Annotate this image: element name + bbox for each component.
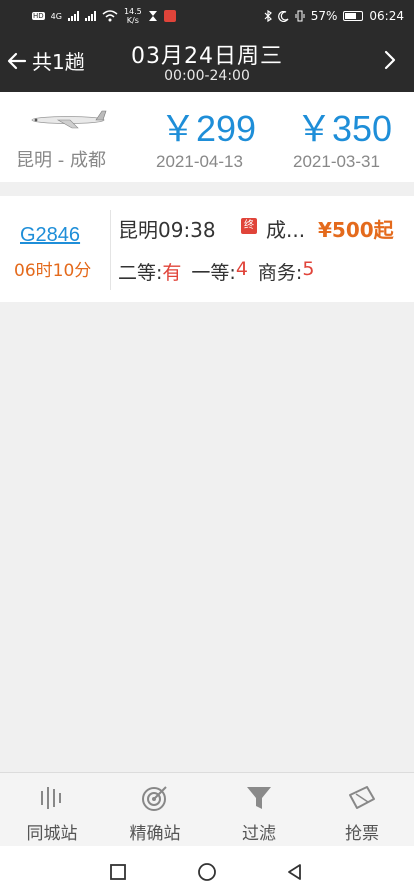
- network-type: 4G: [50, 11, 62, 21]
- chevron-right-icon[interactable]: [378, 48, 402, 72]
- hd-badge: HD: [32, 12, 45, 20]
- status-bar: HD 4G 14.5 K/s 57% 06:24: [0, 0, 414, 32]
- airplane-icon: [31, 110, 107, 129]
- seat-value: 有: [162, 262, 182, 284]
- arrival-station: 成...: [266, 218, 306, 242]
- train-number-link[interactable]: G2846: [20, 224, 80, 247]
- app-notification-icon: [163, 10, 176, 22]
- back-nav-icon[interactable]: [285, 862, 305, 882]
- recent-apps-icon[interactable]: [108, 862, 128, 882]
- network-speed: 14.5 K/s: [124, 7, 142, 25]
- train-list-item[interactable]: G2846 06时10分 昆明09:38 终 成... ¥500起 二等: 有 一…: [0, 196, 414, 302]
- signal-icon-2: [84, 11, 96, 21]
- flight-date: 2021-04-13: [156, 152, 243, 171]
- battery-icon: [343, 11, 364, 21]
- nav-label: 过滤: [242, 824, 276, 844]
- wifi-icon: [102, 10, 118, 22]
- speed-value: 14.5: [123, 7, 142, 16]
- signal-icon: [67, 11, 79, 21]
- bottom-nav: 同城站 精确站 过滤 抢票: [0, 772, 414, 846]
- clock: 06:24: [369, 9, 404, 23]
- seat-value: 5: [302, 258, 315, 280]
- seat-value: 4: [235, 258, 248, 280]
- nav-label: 精确站: [129, 824, 181, 844]
- vibrate-icon: [295, 10, 305, 22]
- fare-price: ¥500起: [318, 218, 394, 242]
- nav-label: 同城站: [26, 824, 78, 844]
- system-nav-bar: [0, 846, 414, 896]
- departure-info: 昆明09:38: [118, 218, 216, 242]
- seat-label: 商务:: [257, 262, 303, 284]
- moon-icon: [277, 10, 289, 22]
- flight-price[interactable]: ￥299: [160, 100, 256, 152]
- nav-filter[interactable]: 过滤: [209, 783, 309, 844]
- flight-compare-card[interactable]: 昆明 - 成都 ￥299 2021-04-13 ￥350 2021-03-31: [0, 92, 414, 182]
- nav-grab-ticket[interactable]: 抢票: [312, 783, 412, 844]
- hourglass-icon: [148, 11, 157, 21]
- ticket-icon: [349, 786, 375, 809]
- nav-exact-station[interactable]: 精确站: [105, 783, 205, 844]
- top-bar: 共1趟 03月24日周三 00:00-24:00: [0, 32, 414, 92]
- seat-label: 二等:: [118, 262, 163, 284]
- filter-icon: [247, 787, 271, 809]
- bluetooth-icon: [264, 10, 272, 22]
- divider: [110, 210, 111, 290]
- seat-label: 一等:: [191, 262, 236, 284]
- seat-availability: 二等: 有 一等: 4 商务: 5: [118, 258, 314, 285]
- terminal-badge: 终: [241, 218, 257, 234]
- home-icon[interactable]: [197, 862, 217, 882]
- train-duration: 06时10分: [14, 261, 92, 281]
- flight-price[interactable]: ￥350: [296, 100, 392, 152]
- status-left: HD 4G 14.5 K/s: [32, 4, 176, 28]
- nav-same-city[interactable]: 同城站: [2, 783, 102, 844]
- time-range: 00:00-24:00: [164, 68, 250, 84]
- speed-unit: K/s: [126, 16, 139, 25]
- flight-route: 昆明 - 成都: [16, 150, 106, 171]
- nav-label: 抢票: [345, 824, 379, 844]
- bars-icon: [41, 787, 61, 809]
- battery-percent: 57%: [310, 9, 338, 23]
- status-right: 57% 06:24: [264, 4, 404, 28]
- target-icon: [142, 786, 167, 811]
- flight-date: 2021-03-31: [293, 152, 380, 171]
- page-title: 03月24日周三: [131, 44, 283, 69]
